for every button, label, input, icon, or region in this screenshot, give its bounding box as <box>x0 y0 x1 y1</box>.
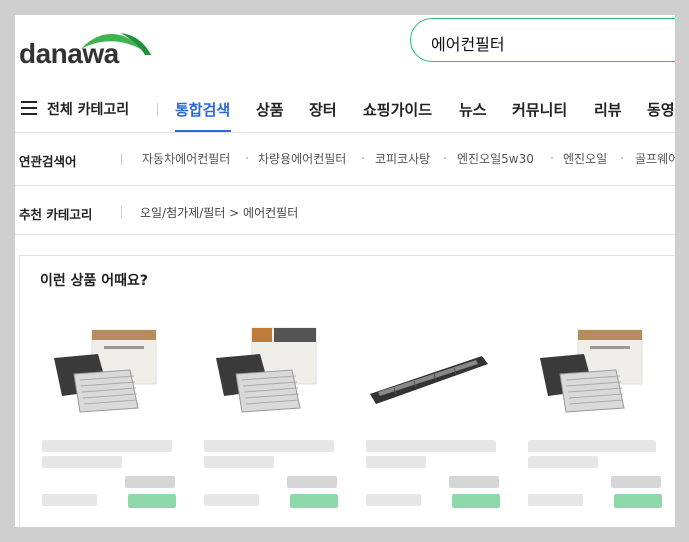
nav-divider <box>157 103 158 116</box>
separator-dot <box>551 157 553 159</box>
search-input-value: 에어컨필터 <box>431 35 505 54</box>
product-image <box>216 327 317 413</box>
product-image <box>370 356 488 404</box>
tab-community[interactable]: 커뮤니티 <box>512 99 567 120</box>
tab-market[interactable]: 장터 <box>309 99 337 120</box>
related-tag[interactable]: 골프웨어 <box>635 150 675 167</box>
product-image <box>54 329 157 413</box>
related-tag[interactable]: 차량용에어컨필터 <box>258 150 346 167</box>
divider <box>121 153 122 165</box>
recommended-category-title: 추천 카테고리 <box>19 207 93 222</box>
divider <box>15 132 675 133</box>
divider <box>15 185 675 186</box>
tab-review[interactable]: 리뷰 <box>594 99 622 120</box>
all-categories-button[interactable]: 전체 카테고리 <box>47 99 129 119</box>
separator-dot <box>444 157 446 159</box>
tab-news[interactable]: 뉴스 <box>459 99 487 120</box>
tab-integrated-search[interactable]: 통합검색 <box>175 99 230 120</box>
page: danawa 에어컨필터 전체 카테고리 통합검색 상품 장터 쇼핑가이드 뉴스… <box>15 15 675 527</box>
divider <box>15 234 675 235</box>
related-tag[interactable]: 자동차에어컨필터 <box>142 150 230 167</box>
separator-dot <box>621 157 623 159</box>
related-tag[interactable]: 코피코사탕 <box>375 150 430 167</box>
related-search-title: 연관검색어 <box>19 154 77 169</box>
logo-text: danawa <box>19 38 119 69</box>
recommendation-box: 이런 상품 어때요? <box>19 255 675 527</box>
search-input[interactable]: 에어컨필터 <box>410 18 675 62</box>
tab-shopping-guide[interactable]: 쇼핑가이드 <box>363 99 432 120</box>
recommendation-title: 이런 상품 어때요? <box>40 273 149 289</box>
tab-products[interactable]: 상품 <box>256 99 284 120</box>
related-tag[interactable]: 엔진오일 <box>563 150 607 167</box>
menu-icon[interactable] <box>21 101 37 115</box>
related-tag[interactable]: 엔진오일5w30 <box>457 150 534 167</box>
divider <box>121 206 122 218</box>
category-path-link[interactable]: 오일/첨가제/필터 > 에어컨필터 <box>140 204 298 221</box>
separator-dot <box>362 157 364 159</box>
main-nav: 전체 카테고리 통합검색 상품 장터 쇼핑가이드 뉴스 커뮤니티 리뷰 동영상 <box>15 95 675 133</box>
separator-dot <box>246 157 248 159</box>
product-image <box>540 329 643 413</box>
tab-video[interactable]: 동영상 <box>647 99 675 120</box>
